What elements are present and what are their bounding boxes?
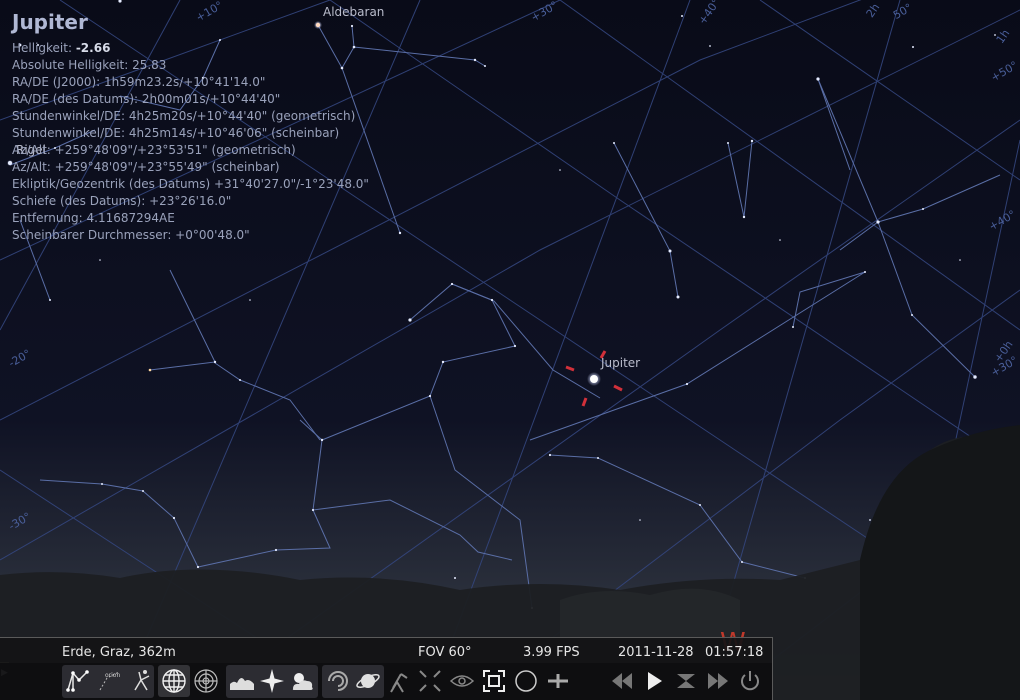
info-line-label: Stundenwinkel/DE: 4h25m14s/+10°46'06" (s… [12,126,340,140]
ground-icon[interactable] [226,665,258,697]
object-info-line: Helligkeit: -2.66 [12,40,369,57]
fov-readout: FOV 60° [418,645,472,660]
object-info-line: Stundenwinkel/DE: 4h25m20s/+10°44'40" (g… [12,108,369,125]
info-line-label: RA/DE (J2000): 1h59m23.2s/+10°41'14.0" [12,75,266,89]
object-info-panel: Jupiter Helligkeit: -2.66 Absolute Hellig… [12,10,369,244]
fullscreen-icon[interactable] [478,665,510,697]
power-icon[interactable] [734,665,766,697]
object-info-line: RA/DE (J2000): 1h59m23.2s/+10°41'14.0" [12,74,369,91]
object-info-line: Az/Alt: +259°48'09"/+23°53'51" (geometri… [12,142,369,159]
nebula-icon[interactable] [322,665,354,697]
svg-text:orion: orion [105,672,120,679]
object-info-line: Absolute Helligkeit: 25.83 [12,57,369,74]
object-info-line: Scheinbarer Durchmesser: +0°00'48.0" [12,227,369,244]
info-line-label: Schiefe (des Datums): +23°26'16.0" [12,194,232,208]
play-icon[interactable] [638,665,670,697]
object-info-line: Az/Alt: +259°48'09"/+23°55'49" (scheinba… [12,159,369,176]
info-line-label: Entfernung: 4.11687294AE [12,211,175,225]
info-line-label: RA/DE (des Datums): 2h00m01s/+10°44'40" [12,92,281,106]
object-info-line: Entfernung: 4.11687294AE [12,210,369,227]
azimuthal-grid-icon[interactable] [190,665,222,697]
time-readout[interactable]: 01:57:18 [705,645,763,660]
info-line-label: Ekliptik/Geozentrik (des Datums) +31°40'… [12,177,369,191]
fast-forward-icon[interactable] [702,665,734,697]
telescope-icon[interactable] [384,665,416,697]
date-readout[interactable]: 2011-11-28 [618,645,694,660]
constellation-lines-icon[interactable] [62,665,94,697]
planet-icon[interactable] [352,665,384,697]
object-info-line: RA/DE (des Datums): 2h00m01s/+10°44'40" [12,91,369,108]
object-info-line: Stundenwinkel/DE: 4h25m14s/+10°46'06" (s… [12,125,369,142]
info-line-label: Scheinbarer Durchmesser: +0°00'48.0" [12,228,250,242]
object-info-line: Schiefe (des Datums): +23°26'16.0" [12,193,369,210]
info-line-label: Absolute Helligkeit: 25.83 [12,58,167,72]
info-line-label: Az/Alt: +259°48'09"/+23°55'49" (scheinba… [12,160,280,174]
info-line-label: Az/Alt: +259°48'09"/+23°53'51" (geometri… [12,143,296,157]
info-line-value: -2.66 [75,41,111,55]
main-toolbar: orion [0,663,773,700]
equatorial-grid-icon[interactable] [158,665,190,697]
center-icon[interactable] [414,665,446,697]
atmosphere-icon[interactable] [286,665,318,697]
cardinal-points-icon[interactable] [256,665,288,697]
object-name: Jupiter [12,10,88,34]
constellation-art-icon[interactable] [126,665,158,697]
jupiter-label[interactable]: Jupiter [601,356,640,370]
object-info-line: Ekliptik/Geozentrik (des Datums) +31°40'… [12,176,369,193]
crosshair-icon[interactable] [542,665,574,697]
constellation-labels-icon[interactable]: orion [94,665,126,697]
satellite-icon[interactable] [510,665,542,697]
info-line-label: Helligkeit: [12,41,76,55]
status-bar: Erde, Graz, 362m FOV 60° 3.99 FPS 2011-1… [0,637,773,664]
rewind-icon[interactable] [606,665,638,697]
now-icon[interactable] [670,665,702,697]
info-line-label: Stundenwinkel/DE: 4h25m20s/+10°44'40" (g… [12,109,356,123]
location-readout[interactable]: Erde, Graz, 362m [62,645,176,660]
fps-readout: 3.99 FPS [523,645,580,660]
night-mode-icon[interactable] [446,665,478,697]
